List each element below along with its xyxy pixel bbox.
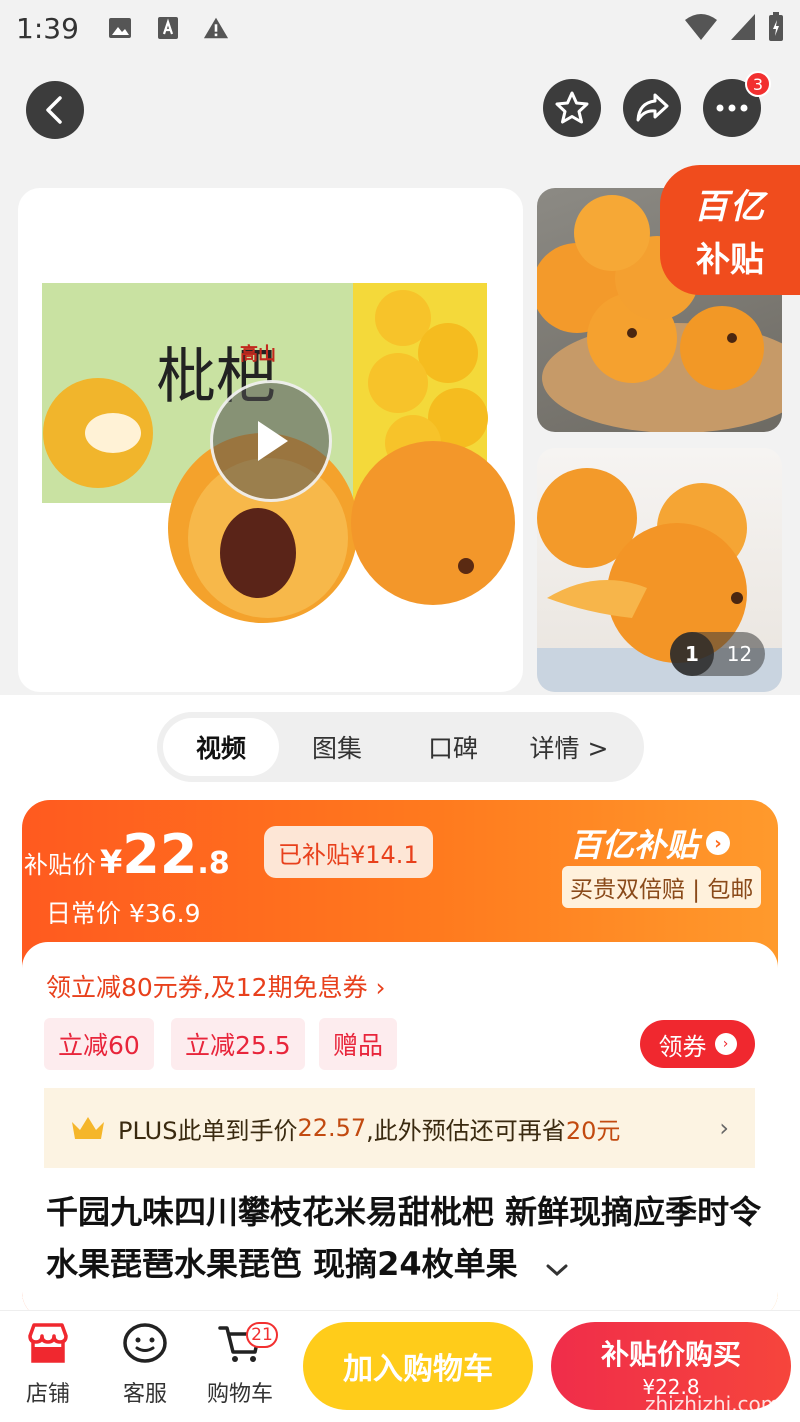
shop-label: 店铺: [25, 1382, 70, 1407]
get-coupon-label: 领券: [658, 1032, 707, 1061]
service-face-icon: [123, 1323, 167, 1363]
cart-label: 购物车: [206, 1382, 273, 1407]
chevron-right-icon: ›: [706, 831, 731, 855]
plus-price: 22.57: [297, 1114, 367, 1142]
product-title-text: 千园九味四川攀枝花米易甜枇杷 新鲜现摘应季时令水果琵琶水果琵笆 现摘24枚单果: [46, 1193, 762, 1283]
subsidy-price-label: 补贴价: [24, 851, 96, 879]
tab-video[interactable]: 视频: [163, 718, 279, 776]
chevron-right-icon: ›: [714, 1033, 737, 1055]
subsidy-amount-badge: 已补贴¥14.1: [264, 826, 433, 878]
play-video-button[interactable]: [210, 380, 332, 502]
more-badge: 3: [745, 71, 771, 97]
plus-prefix: PLUS此单到手价: [118, 1116, 298, 1145]
signal-icon: [730, 13, 756, 45]
page-total: 12: [726, 642, 753, 666]
media-tabs: 视频 图集 口碑 详情 >: [157, 712, 644, 782]
price-currency: ¥: [100, 843, 123, 881]
subsidy-brand-link[interactable]: 百亿补贴 ›: [570, 820, 731, 866]
guarantee-badge: 买贵双倍赔 | 包邮: [562, 866, 762, 908]
back-button[interactable]: [26, 81, 84, 139]
favorite-button[interactable]: [543, 79, 601, 137]
battery-icon: [768, 12, 784, 46]
back-arrow-icon: [46, 96, 62, 124]
price-integer: 22: [122, 823, 198, 886]
subsidy-tag-line1: 百亿: [694, 187, 766, 227]
buy-label: 补贴价购买: [600, 1338, 741, 1371]
get-coupon-button[interactable]: 领券 ›: [640, 1020, 755, 1068]
product-title: 千园九味四川攀枝花米易甜枇杷 新鲜现摘应季时令水果琵琶水果琵笆 现摘24枚单果: [46, 1186, 766, 1292]
subsidy-price: 补贴价 ¥ 22 .8: [24, 828, 230, 882]
cart-count-badge: 21: [246, 1322, 278, 1348]
box-brand: 高山: [240, 344, 276, 365]
plus-middle: ,此外预估还可再省: [366, 1116, 566, 1145]
plus-save: 20元: [565, 1116, 621, 1145]
service-label: 客服: [122, 1382, 167, 1407]
add-to-cart-button[interactable]: 加入购物车: [303, 1322, 533, 1410]
image-notification-icon: [107, 15, 133, 41]
chevron-right-icon: ›: [719, 1114, 729, 1142]
customer-service-button[interactable]: 客服: [105, 1322, 185, 1408]
wifi-icon: [684, 13, 718, 45]
coupon-chip-60[interactable]: 立减60: [44, 1018, 154, 1070]
plus-member-bar[interactable]: PLUS此单到手价 22.57 ,此外预估还可再省 20元 ›: [44, 1088, 755, 1168]
share-button[interactable]: [623, 79, 681, 137]
watermark: zhizhizhi.com: [645, 1392, 781, 1416]
tab-gallery[interactable]: 图集: [279, 718, 395, 776]
subsidy-tag: 百亿 补贴: [660, 165, 800, 295]
shop-icon: [28, 1323, 68, 1363]
coupon-link[interactable]: 领立减80元券,及12期免息券 ›: [46, 968, 386, 1004]
play-icon: [258, 421, 288, 461]
gallery-page-indicator: 1 12: [670, 632, 765, 676]
tab-reviews[interactable]: 口碑: [395, 718, 511, 776]
subsidy-tag-line2: 补贴: [696, 240, 764, 280]
status-time: 1:39: [16, 11, 79, 45]
expand-chevron-icon[interactable]: [545, 1240, 569, 1292]
text-notification-icon: [155, 15, 181, 41]
more-button[interactable]: 3: [703, 71, 771, 137]
coupon-chip-25-5[interactable]: 立减25.5: [171, 1018, 305, 1070]
warning-icon: [203, 15, 229, 41]
subsidy-brand-title: 百亿补贴: [570, 826, 699, 864]
tab-details[interactable]: 详情 >: [511, 718, 627, 776]
more-dots-icon: [716, 104, 748, 112]
daily-price: 日常价 ¥36.9: [46, 899, 201, 928]
star-icon: [555, 91, 589, 124]
page-current: 1: [670, 632, 714, 676]
price-decimal: .8: [197, 846, 230, 881]
gift-chip[interactable]: 赠品: [319, 1018, 398, 1070]
crown-icon: [72, 1117, 104, 1139]
shop-button[interactable]: 店铺: [8, 1322, 88, 1408]
share-icon: [636, 93, 669, 122]
status-bar: 1:39: [0, 0, 800, 56]
